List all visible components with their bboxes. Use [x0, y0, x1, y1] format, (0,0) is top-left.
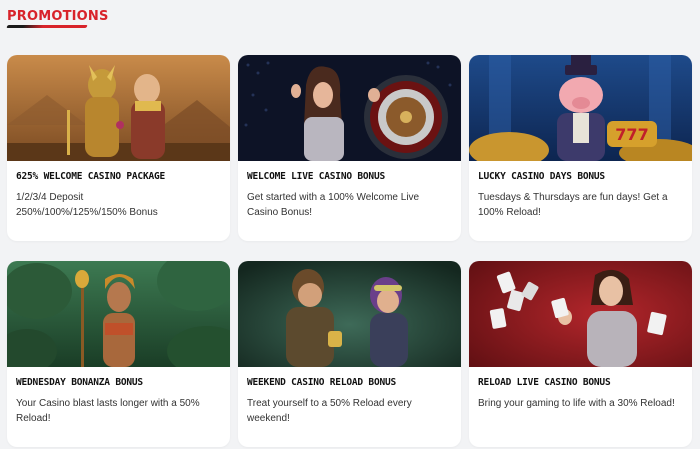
- promo-card-weekend-casino-reload[interactable]: WEEKEND CASINO RELOAD BONUS Treat yourse…: [238, 261, 461, 447]
- promo-card-lucky-casino-days[interactable]: 777 LUCKY CASINO DAYS BONUS Tuesdays & T…: [469, 55, 692, 241]
- jungle-warrior-image[interactable]: [7, 261, 230, 367]
- promo-description: Treat yourself to a 50% Reload every wee…: [247, 398, 412, 424]
- promo-title: WELCOME LIVE CASINO BONUS: [247, 171, 385, 182]
- promo-card-welcome-casino-package[interactable]: 625% WELCOME CASINO PACKAGE 1/2/3/4 Depo…: [7, 55, 230, 241]
- promo-description: Tuesdays & Thursdays are fun days! Get a…: [478, 192, 668, 218]
- promo-description: Get started with a 100% Welcome Live Cas…: [247, 192, 420, 218]
- promo-title: WEEKEND CASINO RELOAD BONUS: [247, 377, 397, 388]
- promo-card-reload-live-casino[interactable]: RELOAD LIVE CASINO BONUS Bring your gami…: [469, 261, 692, 447]
- woman-with-cards-image[interactable]: [469, 261, 692, 367]
- page-header: PROMOTIONS: [6, 9, 109, 28]
- promo-description: Your Casino blast lasts longer with a 50…: [16, 398, 200, 424]
- promo-title: WEDNESDAY BONANZA BONUS: [16, 377, 143, 388]
- adventurers-cave-image[interactable]: [238, 261, 461, 367]
- svg-text:777: 777: [615, 125, 648, 144]
- live-dealer-roulette-image[interactable]: [238, 55, 461, 161]
- pig-slot-image[interactable]: 777: [469, 55, 692, 161]
- promo-title: LUCKY CASINO DAYS BONUS: [478, 171, 605, 182]
- promo-title: 625% WELCOME CASINO PACKAGE: [16, 171, 166, 182]
- promo-description: 1/2/3/4 Deposit 250%/100%/125%/150% Bonu…: [16, 191, 221, 220]
- promo-title: RELOAD LIVE CASINO BONUS: [478, 377, 611, 388]
- promo-description-line: 250%/100%/125%/150% Bonus: [16, 206, 158, 218]
- title-underline: [6, 25, 88, 28]
- promo-description-line: 1/2/3/4 Deposit: [16, 192, 84, 203]
- promo-description: Bring your gaming to life with a 30% Rel…: [478, 398, 675, 409]
- egyptian-queens-image[interactable]: [7, 55, 230, 161]
- page-title: PROMOTIONS: [7, 9, 109, 24]
- promo-card-wednesday-bonanza[interactable]: WEDNESDAY BONANZA BONUS Your Casino blas…: [7, 261, 230, 447]
- promo-card-welcome-live-casino[interactable]: WELCOME LIVE CASINO BONUS Get started wi…: [238, 55, 461, 241]
- promotions-grid: 625% WELCOME CASINO PACKAGE 1/2/3/4 Depo…: [7, 55, 693, 447]
